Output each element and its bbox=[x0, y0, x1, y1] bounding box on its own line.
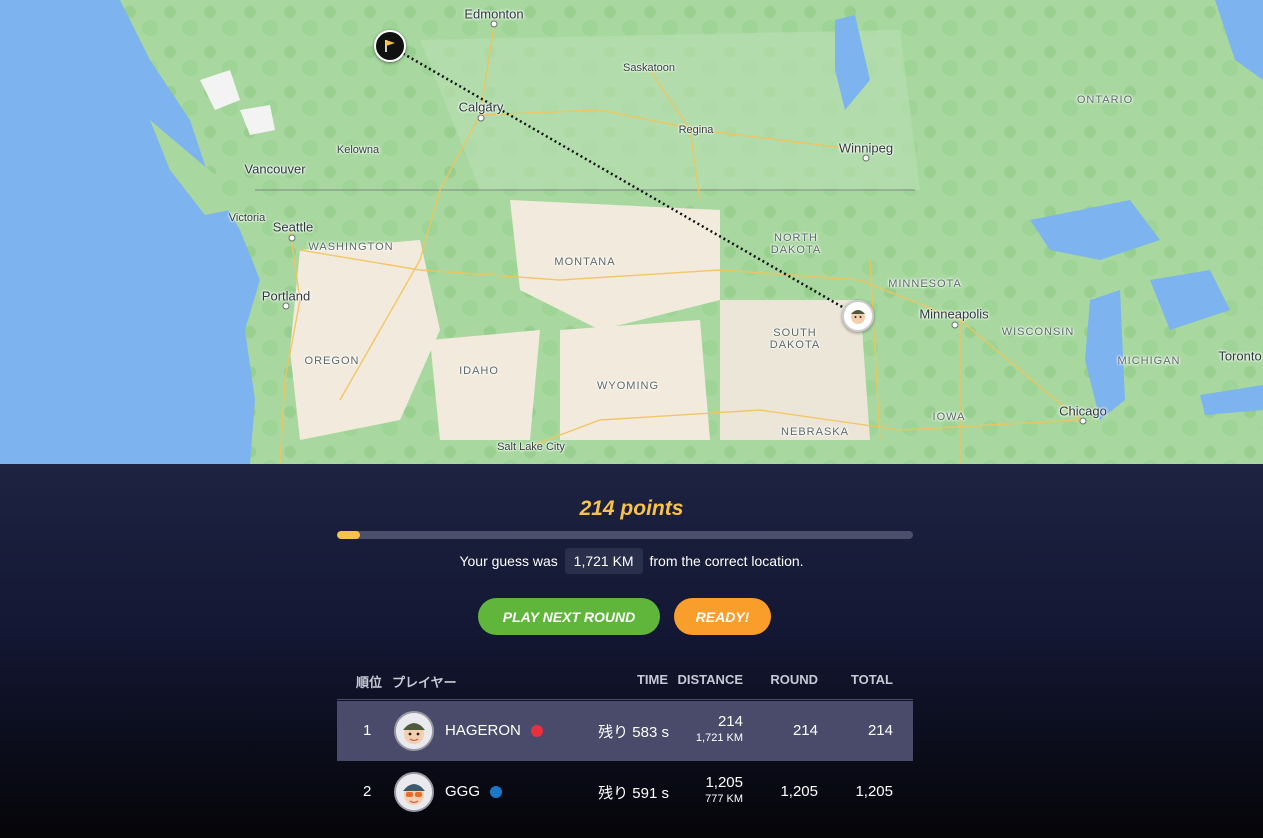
city-dot bbox=[477, 114, 485, 122]
row-score: 214 bbox=[717, 713, 743, 730]
city-dot bbox=[951, 321, 959, 329]
player-name: HAGERON bbox=[445, 722, 521, 739]
city-dot bbox=[1079, 417, 1087, 425]
table-row[interactable]: 2 GGG 残り 591 s 1,205 777 KM 1,205 1,205 bbox=[337, 762, 913, 822]
city-label-portland: Portland bbox=[261, 288, 311, 304]
header-rank: 順位 bbox=[356, 675, 383, 690]
play-next-round-button[interactable]: PLAY NEXT ROUND bbox=[478, 598, 660, 635]
guess-prefix: Your guess was bbox=[459, 553, 558, 569]
city-label-kelowna: Kelowna bbox=[336, 144, 380, 156]
region-label-washington: WASHINGTON bbox=[308, 241, 394, 253]
row-round: 1,205 bbox=[780, 783, 818, 800]
row-round: 214 bbox=[792, 722, 818, 739]
city-label-victoria: Victoria bbox=[228, 212, 266, 224]
player-avatar-icon bbox=[396, 774, 432, 810]
region-label-montana: MONTANA bbox=[554, 256, 616, 268]
region-label-ontario: ONTARIO bbox=[1076, 94, 1134, 106]
row-rank: 2 bbox=[363, 783, 372, 800]
city-label-calgary: Calgary bbox=[458, 99, 504, 115]
results-map[interactable]: Edmonton Saskatoon Calgary Regina Winnip… bbox=[0, 0, 1263, 464]
region-label-minnesota: MINNESOTA bbox=[888, 278, 962, 290]
city-dot bbox=[490, 20, 498, 28]
header-time: TIME bbox=[636, 672, 668, 687]
header-round: ROUND bbox=[770, 672, 818, 687]
leaderboard-header: 順位 プレイヤー TIME DISTANCE ROUND TOTAL bbox=[337, 664, 913, 700]
flag-icon bbox=[385, 40, 395, 52]
region-label-iowa: IOWA bbox=[932, 411, 966, 423]
round-results-panel: 214 points Your guess was 1,721 KM from … bbox=[0, 464, 1263, 838]
region-label-oregon: OREGON bbox=[304, 355, 360, 367]
city-dot bbox=[862, 154, 870, 162]
row-time: 残り 583 s bbox=[598, 724, 669, 741]
city-dot bbox=[282, 302, 290, 310]
row-distance: 1,205 777 KM bbox=[705, 775, 743, 807]
player-color-dot bbox=[531, 725, 543, 737]
city-label-salt-lake-city: Salt Lake City bbox=[497, 441, 565, 453]
city-label-edmonton: Edmonton bbox=[464, 6, 524, 22]
row-distance-km: 1,721 KM bbox=[695, 732, 743, 744]
row-distance-km: 777 KM bbox=[705, 793, 743, 805]
player-avatar-icon bbox=[396, 713, 432, 749]
city-label-regina: Regina bbox=[678, 124, 714, 136]
row-rank: 1 bbox=[363, 722, 372, 739]
city-label-seattle: Seattle bbox=[272, 219, 314, 235]
region-label-nebraska: NEBRASKA bbox=[781, 426, 849, 438]
row-time: 残り 591 s bbox=[598, 785, 669, 802]
row-total: 1,205 bbox=[855, 783, 893, 800]
row-score: 1,205 bbox=[705, 774, 743, 791]
region-label-north-dakota: NORTH DAKOTA bbox=[770, 232, 822, 256]
guess-location-marker[interactable] bbox=[842, 300, 874, 332]
player-name: GGG bbox=[445, 783, 481, 800]
header-player: プレイヤー bbox=[392, 675, 457, 690]
avatar bbox=[394, 711, 434, 751]
city-label-minneapolis: Minneapolis bbox=[919, 306, 989, 322]
score-progress-fill bbox=[337, 531, 361, 539]
region-label-wisconsin: WISCONSIN bbox=[1001, 326, 1075, 338]
table-row[interactable]: 1 HAGERON 残り 583 s 214 1,721 KM 214 214 bbox=[337, 701, 913, 761]
city-label-toronto: Toronto bbox=[1218, 348, 1262, 364]
region-label-idaho: IDAHO bbox=[459, 365, 499, 377]
points-score: 214 points bbox=[579, 497, 684, 520]
guess-suffix: from the correct location. bbox=[649, 553, 804, 569]
row-distance: 214 1,721 KM bbox=[696, 714, 743, 746]
player-color-dot bbox=[490, 786, 502, 798]
city-label-saskatoon: Saskatoon bbox=[623, 62, 675, 74]
header-total: TOTAL bbox=[850, 672, 893, 687]
leaderboard-table: 順位 プレイヤー TIME DISTANCE ROUND TOTAL 1 HAG… bbox=[337, 664, 913, 822]
guess-distance-badge: 1,721 KM bbox=[564, 548, 643, 574]
ready-button[interactable]: READY! bbox=[674, 598, 771, 635]
city-label-chicago: Chicago bbox=[1059, 403, 1107, 419]
region-label-michigan: MICHIGAN bbox=[1117, 355, 1181, 367]
avatar bbox=[394, 772, 434, 812]
header-distance: DISTANCE bbox=[677, 672, 743, 687]
city-label-winnipeg: Winnipeg bbox=[838, 140, 894, 156]
city-dot bbox=[288, 234, 296, 242]
correct-location-marker[interactable] bbox=[374, 30, 406, 62]
score-progress-bar bbox=[337, 531, 913, 539]
region-label-wyoming: WYOMING bbox=[597, 380, 659, 392]
guess-distance-text: Your guess was 1,721 KM from the correct… bbox=[0, 548, 1263, 574]
region-label-south-dakota: SOUTH DAKOTA bbox=[769, 327, 821, 351]
player-avatar-icon bbox=[851, 310, 865, 324]
row-total: 214 bbox=[867, 722, 893, 739]
city-label-vancouver: Vancouver bbox=[244, 161, 306, 177]
